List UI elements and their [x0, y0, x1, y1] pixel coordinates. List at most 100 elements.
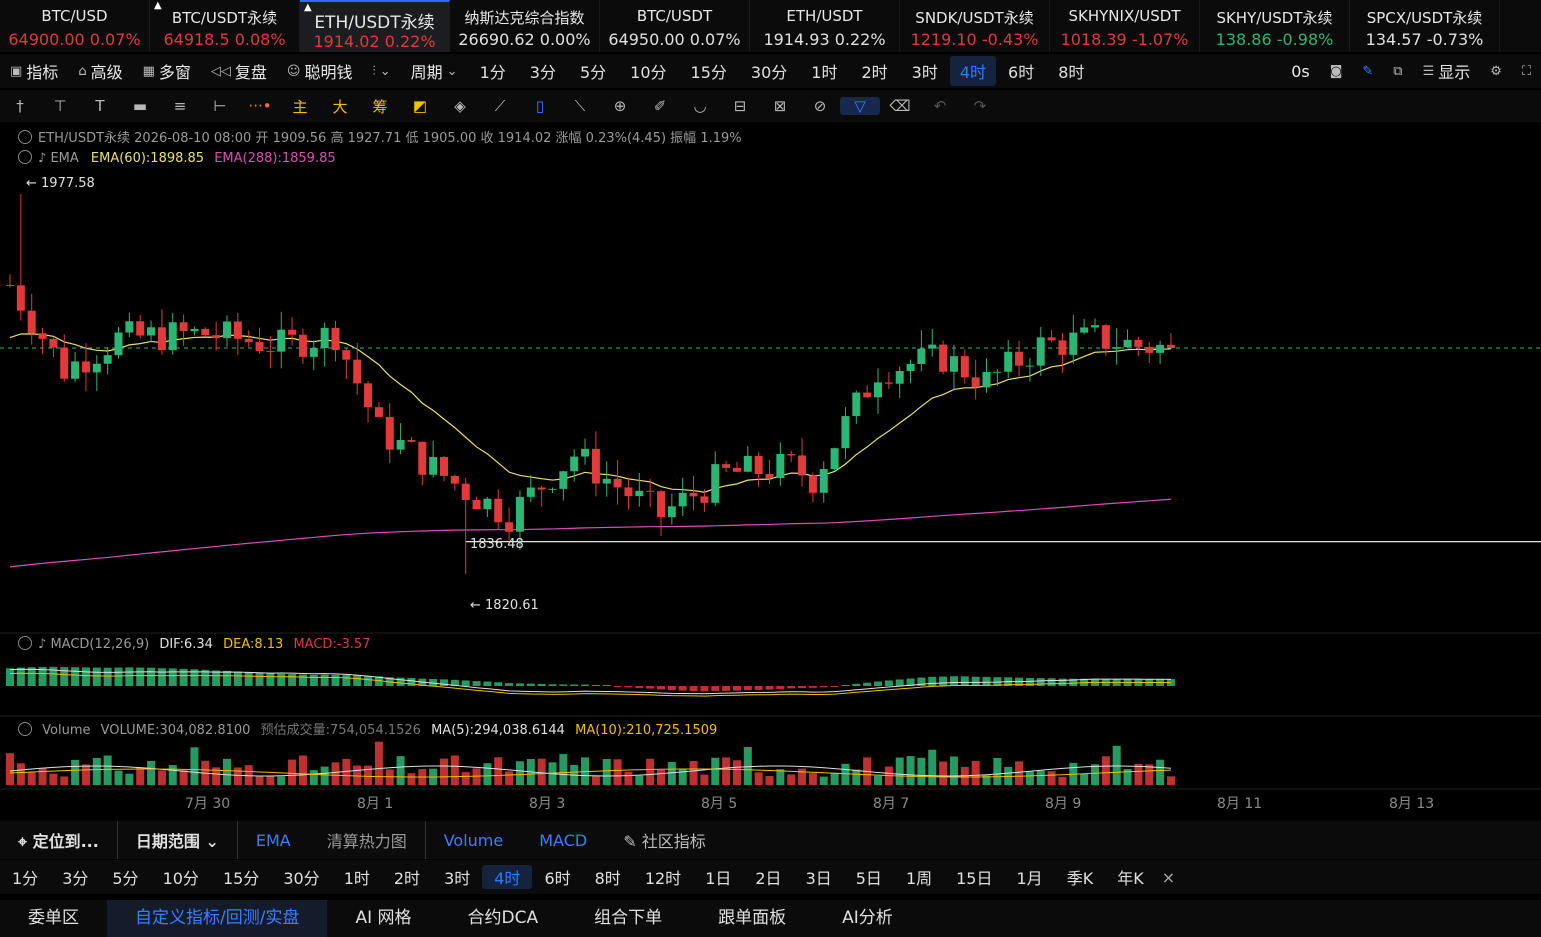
measure-icon[interactable]: ▬ — [120, 97, 160, 115]
eye-icon[interactable] — [18, 636, 32, 650]
tf-bar-item-11[interactable]: 8时 — [583, 865, 633, 889]
eye-icon[interactable] — [18, 150, 32, 164]
timeframe-8[interactable]: 3时 — [900, 59, 950, 83]
redo-icon[interactable]: ↷ — [960, 97, 1000, 115]
ticker-8[interactable]: SKHY/USDT永续 138.86 -0.98% — [1200, 0, 1350, 52]
filter-icon[interactable]: ▽ — [840, 97, 880, 115]
tf-bar-item-7[interactable]: 2时 — [382, 865, 432, 889]
main-tool-button[interactable]: 主 — [280, 96, 320, 117]
chart-type-button[interactable]: ⫶ ⌄ — [363, 64, 401, 79]
timeframe-11[interactable]: 8时 — [1046, 59, 1096, 83]
timeframe-0[interactable]: 1分 — [468, 59, 518, 83]
tab-2[interactable]: AI 网格 — [327, 900, 439, 937]
cursor-icon[interactable]: † — [0, 97, 40, 115]
fib-icon[interactable]: ≡ — [160, 97, 200, 115]
timeframe-1[interactable]: 3分 — [518, 59, 568, 83]
tab-1[interactable]: 自定义指标/回测/实盘 — [107, 900, 328, 937]
tf-bar-item-14[interactable]: 2日 — [743, 865, 793, 889]
eye-icon[interactable] — [18, 722, 32, 736]
tab-4[interactable]: 组合下单 — [566, 900, 690, 937]
tool-c-icon[interactable]: ⟋ — [480, 97, 520, 115]
tf-bar-item-10[interactable]: 6时 — [532, 865, 582, 889]
ticker-9[interactable]: SPCX/USDT永续 134.57 -0.73% — [1350, 0, 1500, 52]
lock-icon[interactable]: ⊟ — [720, 97, 760, 115]
tf-bar-item-15[interactable]: 3日 — [794, 865, 844, 889]
export-icon[interactable]: ⧉ — [1383, 64, 1412, 79]
tf-bar-item-8[interactable]: 3时 — [432, 865, 482, 889]
bell-icon[interactable]: ♪ — [38, 151, 46, 166]
magnet-icon[interactable]: ◡ — [680, 97, 720, 115]
tf-bar-item-9[interactable]: 4时 — [482, 865, 533, 889]
tf-bar-item-5[interactable]: 30分 — [271, 865, 331, 889]
tab-6[interactable]: AI分析 — [814, 900, 921, 937]
tf-bar-item-6[interactable]: 1时 — [332, 865, 382, 889]
period-button[interactable]: 周期 ⌄ — [401, 59, 468, 83]
ticker-2[interactable]: ▲ ETH/USDT永续 1914.02 0.22% — [300, 0, 450, 52]
smart-money-button[interactable]: ☺ 聪明钱 — [277, 59, 363, 83]
timeframe-2[interactable]: 5分 — [568, 59, 618, 83]
indicator-button[interactable]: ▣ 指标 — [0, 59, 68, 83]
tf-bar-item-17[interactable]: 1周 — [894, 865, 944, 889]
tf-bar-item-12[interactable]: 12时 — [633, 865, 693, 889]
template-icon[interactable]: ⊠ — [760, 97, 800, 115]
tool-b-icon[interactable]: ◈ — [440, 97, 480, 115]
zoom-icon[interactable]: ⊕ — [600, 97, 640, 115]
timeframe-9[interactable]: 4时 — [949, 56, 997, 86]
locate-button[interactable]: ⌖ 定位到... — [0, 828, 117, 852]
timeframe-4[interactable]: 15分 — [679, 59, 739, 83]
tf-bar-item-3[interactable]: 10分 — [151, 865, 211, 889]
more-icon[interactable]: ···• — [240, 97, 280, 115]
tf-bar-item-18[interactable]: 15日 — [944, 865, 1004, 889]
community-button[interactable]: ✎ 社区指标 — [605, 828, 724, 852]
timeframe-3[interactable]: 10分 — [618, 59, 678, 83]
range-icon[interactable]: ⊢ — [200, 97, 240, 115]
tab-5[interactable]: 跟单面板 — [690, 900, 814, 937]
tf-bar-item-21[interactable]: 年K — [1105, 865, 1156, 889]
ticker-0[interactable]: BTC/USD 64900.00 0.07% — [0, 0, 150, 52]
heatmap-tab[interactable]: 清算热力图 — [309, 828, 425, 852]
bell-icon[interactable]: ♪ — [38, 637, 46, 652]
link-icon[interactable]: ⊘ — [800, 97, 840, 115]
chart-canvas[interactable]: ← 1977.58 ← 1820.61 1836.48 7月 30 8月 1 8月 3 8月… — [0, 124, 1541, 816]
horizontal-line-icon[interactable]: ⊤ — [40, 97, 80, 115]
ticker-7[interactable]: SKHYNIX/USDT 1018.39 -1.07% — [1050, 0, 1200, 52]
eye-icon[interactable] — [18, 130, 32, 144]
fullscreen-icon[interactable]: ⛶ — [1512, 64, 1541, 79]
settings-icon[interactable]: ⚙ — [1480, 64, 1512, 79]
tf-bar-item-1[interactable]: 3分 — [50, 865, 100, 889]
tf-bar-item-0[interactable]: 1分 — [0, 865, 50, 889]
volume-tab[interactable]: Volume — [426, 831, 522, 850]
date-range-button[interactable]: 日期范围 ⌄ — [118, 828, 237, 852]
pencil-icon[interactable]: ✎ — [1352, 64, 1383, 79]
eraser-icon[interactable]: ✐ — [640, 97, 680, 115]
tf-bar-item-4[interactable]: 15分 — [211, 865, 271, 889]
tf-bar-item-20[interactable]: 季K — [1055, 865, 1106, 889]
multi-window-button[interactable]: ▦ 多窗 — [133, 59, 201, 83]
display-button[interactable]: ☰ 显示 — [1413, 59, 1481, 83]
ema-tab[interactable]: EMA — [238, 831, 309, 850]
camera-icon[interactable]: ◙ — [1320, 64, 1353, 79]
text-icon[interactable]: T — [80, 97, 120, 115]
bookmark-icon[interactable]: ▯ — [520, 97, 560, 115]
tf-bar-item-16[interactable]: 5日 — [844, 865, 894, 889]
advanced-button[interactable]: ⌂ 高级 — [68, 59, 132, 83]
tab-3[interactable]: 合约DCA — [440, 900, 567, 937]
timeframe-6[interactable]: 1时 — [799, 59, 849, 83]
ruler-icon[interactable]: ⟍ — [560, 97, 600, 115]
ticker-4[interactable]: BTC/USDT 64950.00 0.07% — [600, 0, 750, 52]
tab-0[interactable]: 委单区 — [0, 900, 107, 937]
tf-bar-item-2[interactable]: 5分 — [100, 865, 150, 889]
trash-icon[interactable]: ⌫ — [880, 97, 920, 115]
zero-s-label[interactable]: 0s — [1281, 62, 1320, 81]
timeframe-5[interactable]: 30分 — [739, 59, 799, 83]
tf-bar-item-19[interactable]: 1月 — [1005, 865, 1055, 889]
timeframe-10[interactable]: 6时 — [996, 59, 1046, 83]
chip-tool-button[interactable]: 筹 — [360, 96, 400, 117]
price-chart[interactable]: ← 1977.58 ← 1820.61 1836.48 7月 30 8月 1 8月 3 8月… — [0, 124, 1541, 816]
tool-a-icon[interactable]: ◩ — [400, 97, 440, 115]
ticker-1[interactable]: ▲ BTC/USDT永续 64918.5 0.08% — [150, 0, 300, 52]
timeframe-7[interactable]: 2时 — [849, 59, 899, 83]
big-tool-button[interactable]: 大 — [320, 96, 360, 117]
macd-tab[interactable]: MACD — [521, 831, 605, 850]
ticker-3[interactable]: 纳斯达克综合指数 26690.62 0.00% — [450, 0, 600, 52]
